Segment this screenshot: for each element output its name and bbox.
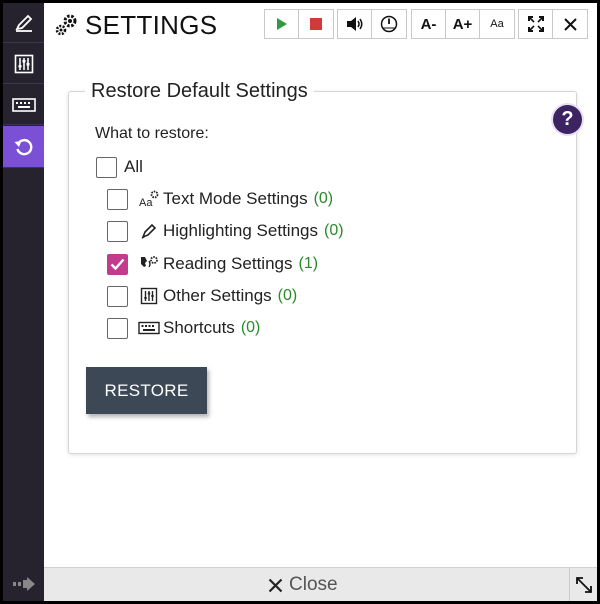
page-title: SETTINGS: [85, 9, 218, 40]
option-highlighting: Highlighting Settings (0): [107, 219, 344, 243]
sidebar-item-shortcuts[interactable]: [3, 85, 44, 125]
option-label: Other Settings: [163, 286, 272, 305]
arrow-right-icon: [12, 577, 35, 591]
resize-handle[interactable]: [569, 568, 597, 601]
highlighter-icon: [138, 221, 160, 241]
option-all: All: [96, 155, 143, 179]
play-button[interactable]: [265, 10, 299, 38]
sidebar-collapse[interactable]: [3, 567, 44, 601]
stop-icon: [310, 18, 322, 30]
option-label: Text Mode Settings: [163, 189, 308, 208]
resize-icon: [575, 576, 592, 593]
sidebar-item-restore[interactable]: [3, 126, 44, 168]
option-label: Highlighting Settings: [163, 221, 318, 240]
playback-controls: [264, 9, 334, 39]
text-mode-icon: Aa: [138, 189, 160, 209]
window-controls: [518, 9, 588, 39]
decrease-text-label: A-: [420, 15, 437, 33]
option-label: Reading Settings: [163, 254, 293, 273]
settings-window: SETTINGS A- A+ Aa Restore Default Settin…: [3, 3, 597, 601]
speed-icon: [380, 15, 398, 33]
gears-icon: [55, 14, 77, 36]
panel-legend: Restore Default Settings: [85, 80, 314, 103]
checkbox-all[interactable]: [96, 156, 117, 178]
speed-button[interactable]: [372, 10, 406, 38]
decrease-text-button[interactable]: A-: [412, 10, 446, 38]
increase-text-button[interactable]: A+: [446, 10, 480, 38]
pencil-icon: [14, 14, 32, 32]
option-count: (0): [313, 190, 334, 207]
fullscreen-icon: [527, 16, 544, 32]
close-label: Close: [289, 574, 338, 595]
sidebar-item-edit[interactable]: [3, 3, 44, 43]
audio-controls: [337, 9, 407, 39]
footer-bar: Close: [44, 567, 597, 601]
stop-button[interactable]: [299, 10, 333, 38]
reading-icon: [138, 254, 160, 274]
option-label: Shortcuts: [163, 318, 235, 337]
play-icon: [276, 18, 287, 30]
volume-icon: [346, 17, 362, 31]
option-count: (1): [298, 255, 319, 272]
checkbox-text-mode[interactable]: [107, 188, 128, 210]
checkmark-icon: [110, 258, 125, 270]
option-all-label: All: [124, 157, 143, 176]
sliders-icon: [14, 54, 33, 73]
fullscreen-button[interactable]: [519, 10, 553, 38]
checkbox-other[interactable]: [107, 285, 128, 307]
sidebar-item-settings[interactable]: [3, 44, 44, 84]
close-button[interactable]: Close: [268, 572, 338, 598]
option-count: (0): [323, 222, 344, 239]
restore-icon: [14, 138, 32, 155]
close-icon: [268, 578, 283, 592]
restore-button[interactable]: RESTORE: [86, 367, 207, 414]
sliders-icon: [138, 286, 160, 306]
text-size-controls: A- A+ Aa: [411, 9, 515, 39]
close-icon: [563, 17, 577, 31]
window-title: SETTINGS: [53, 9, 217, 41]
keyboard-icon: [11, 97, 36, 112]
text-settings-label: Aa: [490, 18, 504, 30]
option-text-mode: Aa Text Mode Settings (0): [107, 187, 333, 211]
svg-text:Aa: Aa: [139, 197, 153, 208]
volume-button[interactable]: [338, 10, 372, 38]
what-to-restore-label: What to restore:: [95, 125, 209, 142]
restore-settings-panel: Restore Default Settings ? What to resto…: [68, 80, 582, 454]
option-reading: Reading Settings (1): [107, 252, 318, 276]
close-window-button[interactable]: [553, 10, 587, 38]
increase-text-label: A+: [452, 15, 473, 33]
checkbox-shortcuts[interactable]: [107, 317, 128, 339]
option-shortcuts: Shortcuts (0): [107, 316, 260, 340]
sidebar: [3, 3, 44, 601]
text-settings-button[interactable]: Aa: [480, 10, 514, 38]
option-count: (0): [240, 319, 261, 336]
checkbox-highlighting[interactable]: [107, 220, 128, 242]
option-other: Other Settings (0): [107, 284, 297, 308]
option-count: (0): [277, 287, 298, 304]
keyboard-icon: [138, 318, 160, 338]
checkbox-reading[interactable]: [107, 253, 128, 275]
help-button[interactable]: ?: [553, 105, 582, 134]
